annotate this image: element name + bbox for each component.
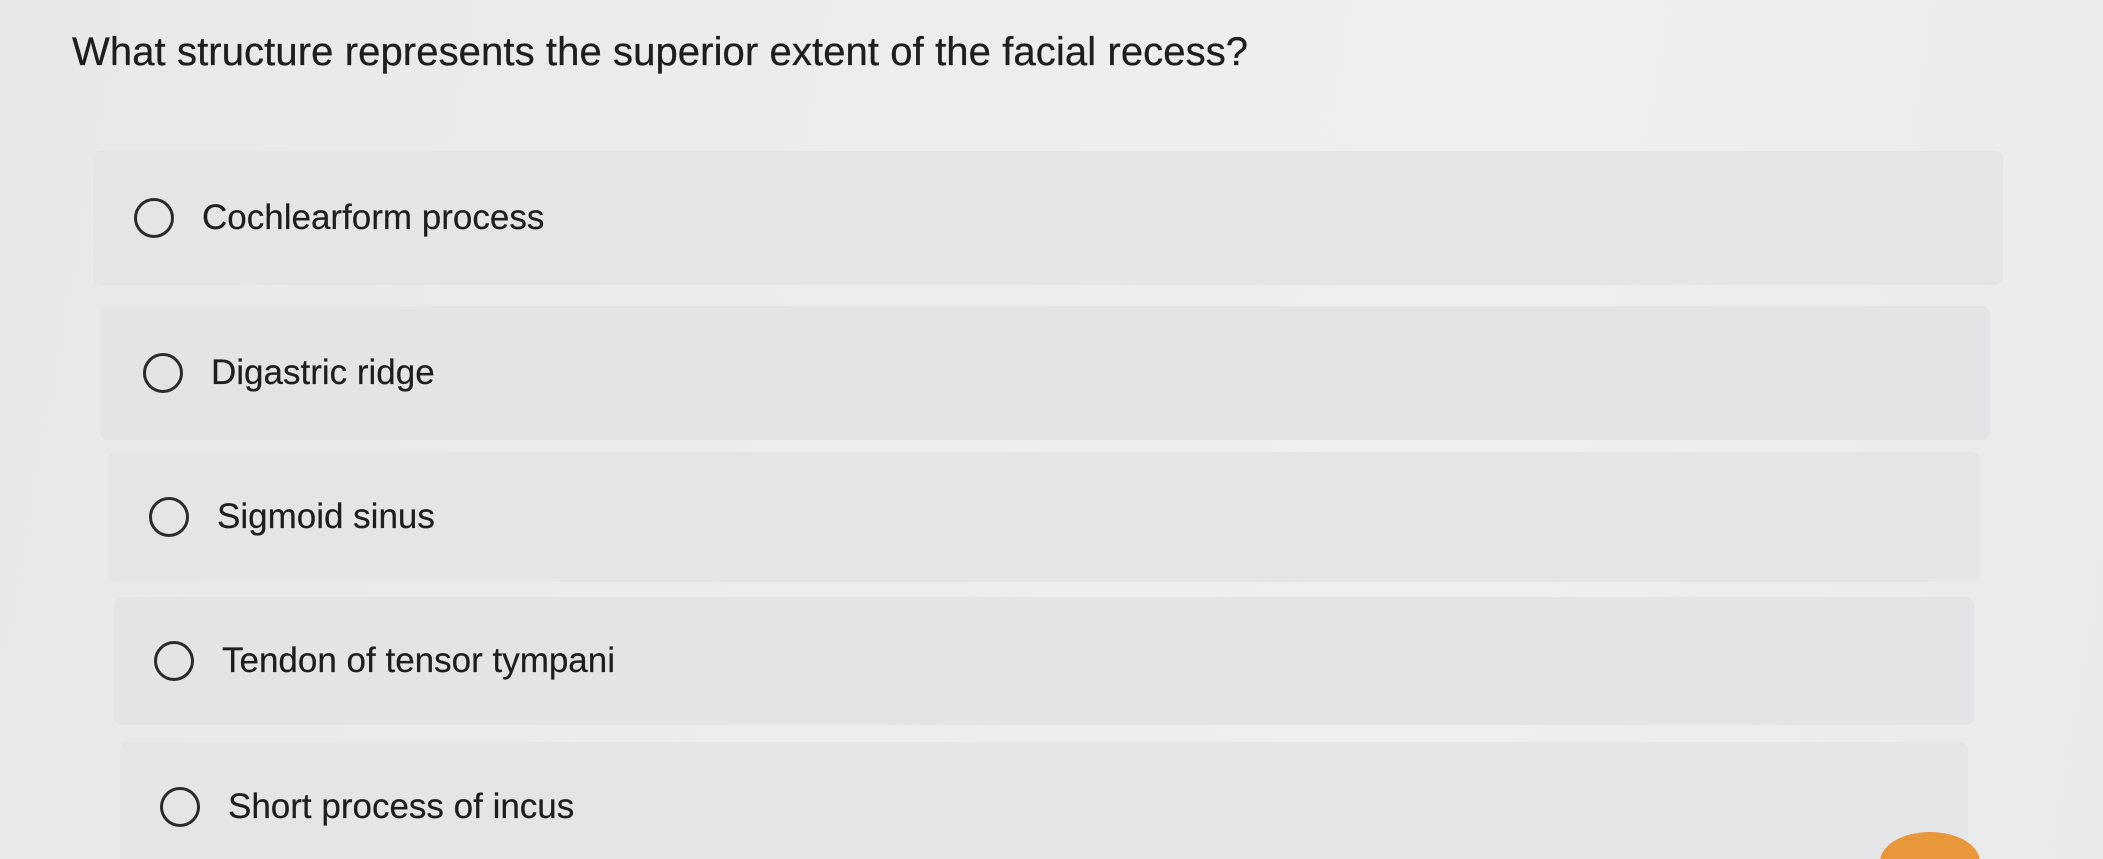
radio-button-icon[interactable] (143, 353, 183, 393)
answer-option-short-process-of-incus[interactable]: Short process of incus (120, 742, 1968, 859)
question-text: What structure represents the superior e… (72, 30, 1249, 74)
radio-button-icon[interactable] (149, 497, 189, 537)
option-label: Digastric ridge (211, 353, 435, 392)
answer-option-sigmoid-sinus[interactable]: Sigmoid sinus (108, 452, 1980, 582)
radio-button-icon[interactable] (134, 198, 174, 238)
option-label: Sigmoid sinus (217, 497, 435, 536)
option-label: Tendon of tensor tympani (222, 641, 616, 680)
answer-option-digastric-ridge[interactable]: Digastric ridge (100, 306, 1990, 440)
option-label: Short process of incus (228, 787, 575, 826)
answer-option-cochlearform-process[interactable]: Cochlearform process (93, 151, 2003, 285)
radio-button-icon[interactable] (160, 787, 200, 827)
radio-button-icon[interactable] (154, 641, 194, 681)
answer-option-tendon-of-tensor-tympani[interactable]: Tendon of tensor tympani (114, 597, 1974, 725)
option-label: Cochlearform process (202, 198, 545, 237)
